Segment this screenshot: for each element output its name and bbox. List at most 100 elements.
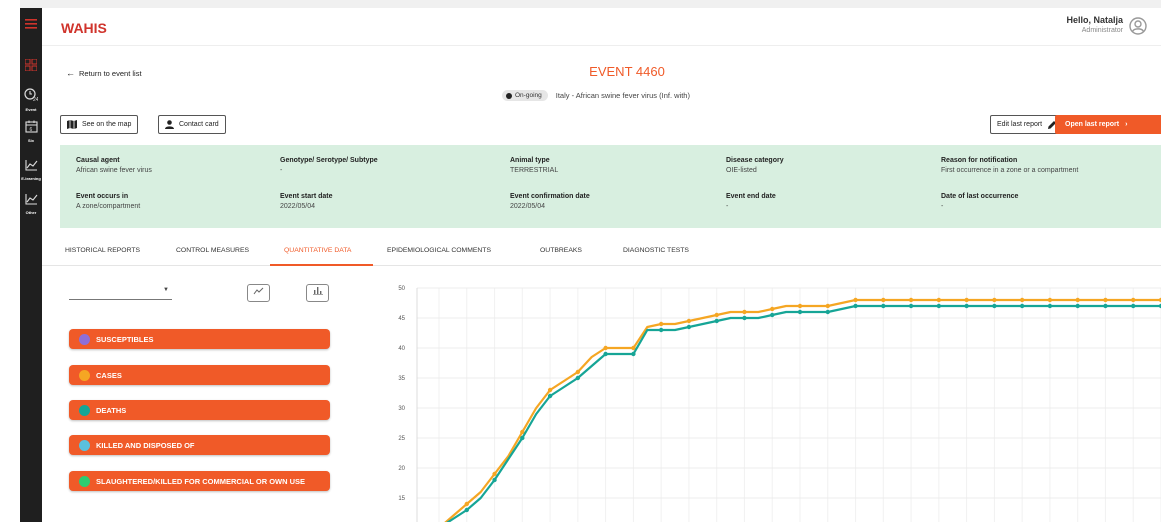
series-toggle-susceptibles[interactable]: SUSCEPTIBLES (69, 329, 330, 349)
chevron-right-icon: › (1125, 121, 1128, 128)
status-badge: On-going (502, 90, 548, 101)
data-point (603, 351, 608, 357)
detail-animal-type: Animal type TERRESTRIAL (510, 157, 559, 174)
edit-last-report-button[interactable]: Edit last report (990, 115, 1065, 134)
user-greeting: Hello, Natalja Administrator (1066, 15, 1123, 34)
series-toggle-killed-disposed[interactable]: KILLED AND DISPOSED OF (69, 435, 330, 455)
sidebar-item-elearning[interactable]: E-learning (20, 158, 42, 181)
edit-last-report-label: Edit last report (997, 121, 1043, 128)
active-tab-indicator (270, 264, 373, 266)
y-tick-label: 15 (398, 496, 405, 502)
y-tick-label: 25 (398, 436, 405, 442)
series-toggle-label: DEATHS (96, 405, 127, 415)
data-point (881, 303, 886, 309)
line-chart-toggle-button[interactable] (247, 284, 270, 302)
series-toggle-deaths[interactable]: DEATHS (69, 400, 330, 420)
data-point (686, 324, 692, 330)
data-point (714, 312, 719, 318)
chart-line-icon (24, 160, 37, 171)
sidebar-item-label: Other (25, 210, 37, 215)
data-point (714, 318, 719, 324)
sidebar-item-event[interactable]: 24 Event (20, 88, 42, 112)
data-point (658, 321, 664, 327)
data-point (1075, 297, 1080, 303)
series-swatch-icon (79, 369, 90, 381)
user-role: Administrator (1081, 27, 1123, 34)
menu-icon[interactable] (20, 16, 42, 34)
line-chart-icon (253, 287, 264, 295)
data-point (853, 303, 858, 309)
detail-reason: Reason for notification First occurrence … (941, 157, 1079, 174)
chart-line-icon (24, 194, 37, 205)
tab-epidemiological-comments[interactable]: EPIDEMIOLOGICAL COMMENTS (387, 247, 491, 254)
series-toggle-label: SLAUGHTERED/KILLED FOR COMMERCIAL OR OWN… (96, 476, 306, 486)
data-point (825, 309, 830, 315)
data-point (797, 303, 803, 309)
series-toggle-label: SUSCEPTIBLES (96, 334, 154, 344)
data-point (936, 297, 942, 303)
data-point (520, 435, 525, 441)
series-swatch-icon (79, 475, 90, 487)
data-point (964, 303, 969, 309)
data-point (492, 477, 497, 483)
series-toggle-label: KILLED AND DISPOSED OF (96, 440, 195, 450)
data-point (1047, 303, 1053, 309)
series-toggle-cases[interactable]: CASES (69, 365, 330, 385)
detail-end-date: Event end date - (726, 193, 776, 210)
quantitative-chart: 101520253035404550 (398, 286, 1161, 522)
main-content: WAHIS Hello, Natalja Administrator ← Retu… (42, 8, 1161, 522)
svg-text:6: 6 (29, 127, 32, 133)
data-point (1131, 303, 1136, 309)
series-swatch-icon (79, 439, 90, 451)
sidebar-item-label: Event (25, 107, 37, 112)
bar-chart-toggle-button[interactable] (306, 284, 329, 302)
data-point (547, 393, 553, 399)
detail-genotype: Genotype/ Serotype/ Subtype - (280, 157, 378, 174)
data-point (992, 303, 997, 309)
data-point (1019, 303, 1025, 309)
see-on-map-button[interactable]: See on the map (60, 115, 139, 134)
data-point (1075, 303, 1080, 309)
data-point (881, 297, 886, 303)
data-point (964, 297, 969, 303)
clock-24-icon: 24 (24, 88, 39, 103)
detail-disease-category: Disease category OIE-listed (726, 157, 784, 174)
data-point (770, 312, 775, 318)
detail-last-occurrence: Date of last occurrence - (941, 193, 1019, 210)
series-toggle-label: CASES (96, 370, 122, 380)
data-point (575, 375, 581, 381)
avatar-icon[interactable] (1129, 17, 1147, 35)
calendar-icon: 6 (24, 120, 38, 133)
grid-icon[interactable] (20, 58, 42, 76)
tab-diagnostic-tests[interactable]: DIAGNOSTIC TESTS (623, 247, 689, 254)
tab-control-measures[interactable]: CONTROL MEASURES (176, 247, 249, 254)
data-point (547, 387, 553, 393)
series-toggle-slaughtered[interactable]: SLAUGHTERED/KILLED FOR COMMERCIAL OR OWN… (69, 471, 330, 491)
detail-start-date: Event start date 2022/05/04 (280, 193, 333, 210)
detail-causal-agent: Causal agent African swine fever virus (76, 157, 152, 174)
tab-bar: HISTORICAL REPORTS CONTROL MEASURES QUAN… (42, 241, 1161, 266)
contact-card-button[interactable]: Contact card (158, 115, 226, 134)
data-point (992, 297, 997, 303)
data-point (797, 309, 803, 315)
page-title: EVENT 4460 (589, 64, 665, 79)
data-point (1131, 297, 1136, 303)
event-subtitle: Italy - African swine fever virus (Inf. … (555, 91, 690, 100)
brand-logo[interactable]: WAHIS (61, 20, 107, 36)
sidebar-item-label: Six (27, 138, 34, 143)
tab-outbreaks[interactable]: OUTBREAKS (540, 247, 582, 254)
data-point (1047, 297, 1053, 303)
sidebar: 24 Event 6 Six E-learning Other (20, 8, 42, 522)
open-last-report-button[interactable]: Open last report › (1055, 115, 1161, 134)
data-point (631, 351, 636, 357)
tab-historical-reports[interactable]: HISTORICAL REPORTS (65, 247, 140, 254)
data-point (770, 306, 775, 312)
y-tick-label: 20 (398, 466, 405, 472)
sidebar-item-other[interactable]: Other (20, 192, 42, 215)
sidebar-item-six[interactable]: 6 Six (20, 120, 42, 143)
tab-quantitative-data[interactable]: QUANTITATIVE DATA (284, 247, 351, 254)
window-edge (0, 0, 1161, 8)
y-tick-label: 30 (398, 406, 405, 412)
data-point (575, 369, 581, 375)
series-select[interactable]: ▼ (69, 284, 172, 300)
